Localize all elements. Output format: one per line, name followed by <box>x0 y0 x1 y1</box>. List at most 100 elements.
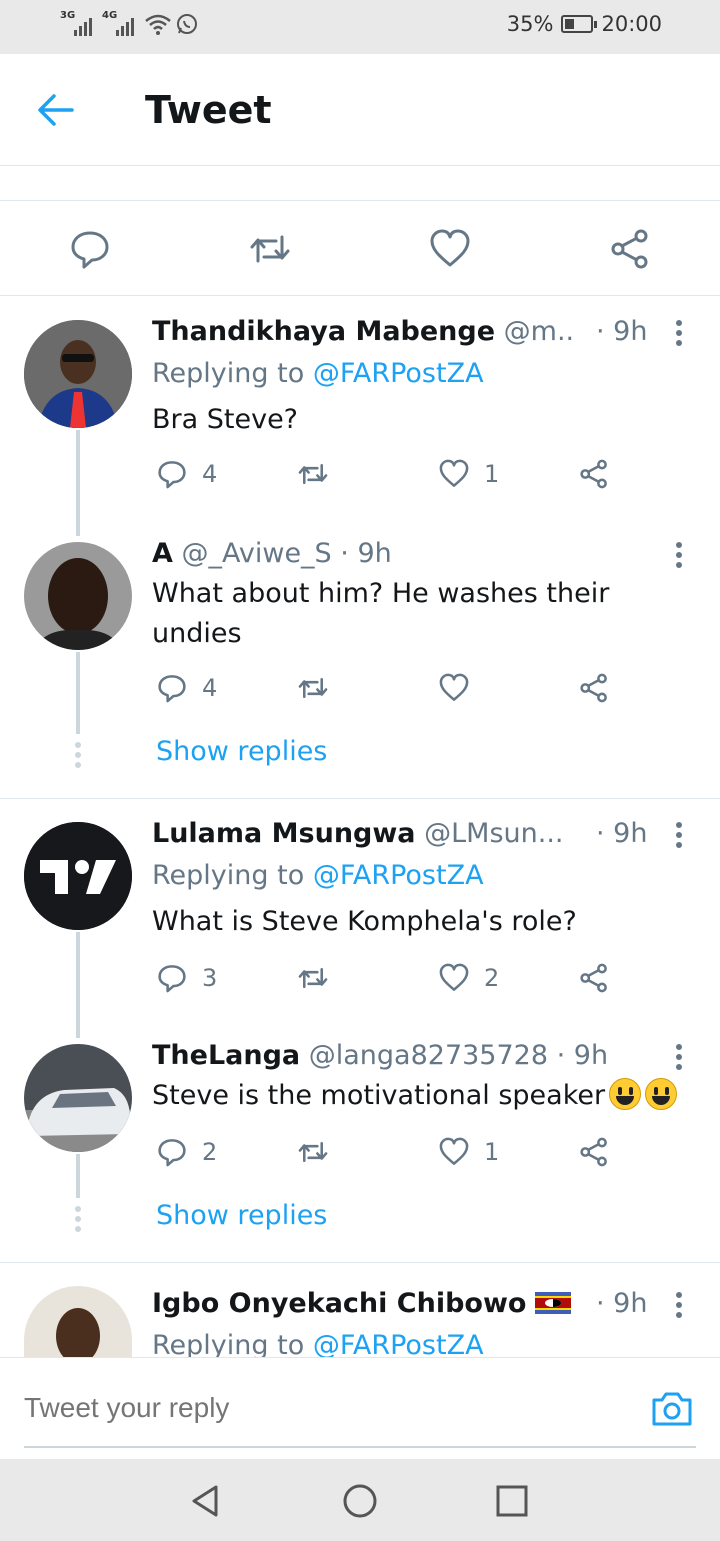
network-type-label: 4G <box>102 10 118 21</box>
avatar-image <box>24 1286 132 1357</box>
page-title: Tweet <box>145 88 272 132</box>
author-name[interactable]: Igbo Onyekachi Chibowo <box>152 1288 526 1319</box>
grinning-emoji-icon <box>609 1078 642 1110</box>
eswatini-flag-icon <box>535 1292 572 1314</box>
replying-to: Replying to @FARPostZA <box>152 860 484 891</box>
share-icon <box>580 673 607 703</box>
tweet-author-line: Thandikhaya Mabenge @m... <box>152 316 572 347</box>
tweet-author-line: A @_Aviwe_S · 9h <box>152 538 572 569</box>
reply-count: 4 <box>202 674 218 702</box>
author-handle[interactable]: @LMsun... <box>424 818 563 849</box>
like-count: 1 <box>484 460 500 488</box>
author-handle[interactable]: @m... <box>504 316 572 347</box>
status-icons: 3G 4G <box>60 10 198 36</box>
like-icon[interactable] <box>428 227 472 271</box>
tweet-text: Bra Steve? <box>152 404 299 435</box>
like-icon <box>439 963 469 991</box>
show-replies-link[interactable]: Show replies <box>156 736 327 767</box>
retweet-icon <box>298 1142 328 1162</box>
like-button[interactable]: 2 <box>438 962 499 994</box>
retweet-button[interactable] <box>296 1136 344 1168</box>
thread-line <box>76 1154 80 1198</box>
more-options-icon[interactable] <box>676 822 684 852</box>
input-underline <box>24 1446 696 1448</box>
more-options-icon[interactable] <box>676 1292 684 1322</box>
tweet-reply-input[interactable] <box>24 1392 385 1424</box>
author-name[interactable]: TheLanga <box>152 1040 300 1071</box>
share-button[interactable] <box>578 1136 610 1168</box>
tweet-time: · 9h <box>340 538 392 569</box>
reply-button[interactable]: 3 <box>156 962 217 994</box>
replying-to-link[interactable]: @FARPostZA <box>313 1330 484 1357</box>
thread-line <box>76 430 80 536</box>
tweet-author-line: Lulama Msungwa @LMsun... <box>152 818 572 849</box>
tweet-actions: 4 1 <box>152 458 632 498</box>
signal-icon: 4G <box>102 10 134 36</box>
reply-button[interactable]: 2 <box>156 1136 217 1168</box>
tweet-author-line: TheLanga @langa82735728 · 9h <box>152 1040 612 1071</box>
tweet-text-content: Steve is the motivational speaker <box>152 1080 606 1111</box>
status-bar: 3G 4G 35% 20:00 <box>0 0 720 54</box>
show-replies-link[interactable]: Show replies <box>156 1200 327 1231</box>
thread-line <box>76 932 80 1038</box>
avatar[interactable] <box>24 542 132 650</box>
author-name[interactable]: Thandikhaya Mabenge <box>152 316 495 347</box>
tweet-actions: 3 2 <box>152 962 632 1002</box>
share-button[interactable] <box>578 962 610 994</box>
reply-count: 3 <box>202 964 218 992</box>
like-button[interactable]: 1 <box>438 1136 499 1168</box>
nav-recents-icon[interactable] <box>492 1481 532 1521</box>
retweet-icon[interactable] <box>248 227 292 271</box>
replying-to-link[interactable]: @FARPostZA <box>313 358 484 389</box>
retweet-button[interactable] <box>296 962 344 994</box>
tweet-time: · 9h <box>596 818 648 849</box>
reply-button[interactable]: 4 <box>156 458 217 490</box>
avatar[interactable] <box>24 822 132 930</box>
avatar[interactable] <box>24 1286 132 1357</box>
more-options-icon[interactable] <box>676 1044 684 1074</box>
more-options-icon[interactable] <box>676 320 684 350</box>
tweet-time: · 9h <box>596 316 648 347</box>
back-arrow-icon[interactable] <box>34 90 78 130</box>
whatsapp-icon <box>177 14 197 34</box>
retweet-button[interactable] <box>296 672 344 704</box>
retweet-icon <box>298 968 328 988</box>
nav-back-icon[interactable] <box>186 1481 226 1521</box>
avatar[interactable] <box>24 320 132 428</box>
reply-button[interactable]: 4 <box>156 672 217 704</box>
camera-icon[interactable] <box>650 1388 694 1428</box>
tweet-text: What about him? He washes their undies <box>152 574 609 654</box>
tweet-text-line: undies <box>152 618 242 649</box>
reply-icon <box>158 965 186 993</box>
reply-composer <box>0 1357 720 1459</box>
tweet-text: What is Steve Komphela's role? <box>152 906 577 937</box>
share-button[interactable] <box>578 458 610 490</box>
grinning-emoji-icon <box>645 1078 678 1110</box>
tweet-time: · 9h <box>596 1288 648 1319</box>
nav-home-icon[interactable] <box>340 1481 380 1521</box>
reply-icon <box>158 461 186 489</box>
like-count: 2 <box>484 964 500 992</box>
author-name[interactable]: Lulama Msungwa <box>152 818 416 849</box>
author-handle[interactable]: @_Aviwe_S <box>182 538 332 569</box>
tweet-time: · 9h <box>556 1040 609 1071</box>
author-name[interactable]: A <box>152 538 173 569</box>
share-button[interactable] <box>578 672 610 704</box>
avatar[interactable] <box>24 1044 132 1152</box>
reply-icon[interactable] <box>68 227 112 271</box>
replying-to-link[interactable]: @FARPostZA <box>313 860 484 891</box>
like-button[interactable] <box>438 672 484 704</box>
replying-label: Replying to <box>152 358 313 389</box>
share-icon <box>580 1137 607 1167</box>
retweet-button[interactable] <box>296 458 344 490</box>
share-icon[interactable] <box>608 227 652 271</box>
replying-to: Replying to @FARPostZA <box>152 358 484 389</box>
more-options-icon[interactable] <box>676 542 684 572</box>
thread-dots <box>75 742 81 772</box>
network-type-label: 3G <box>60 10 76 21</box>
like-button[interactable]: 1 <box>438 458 499 490</box>
reply-count: 2 <box>202 1138 218 1166</box>
author-handle[interactable]: @langa82735728 <box>309 1040 548 1071</box>
share-icon <box>580 963 607 993</box>
thread-line <box>76 652 80 734</box>
